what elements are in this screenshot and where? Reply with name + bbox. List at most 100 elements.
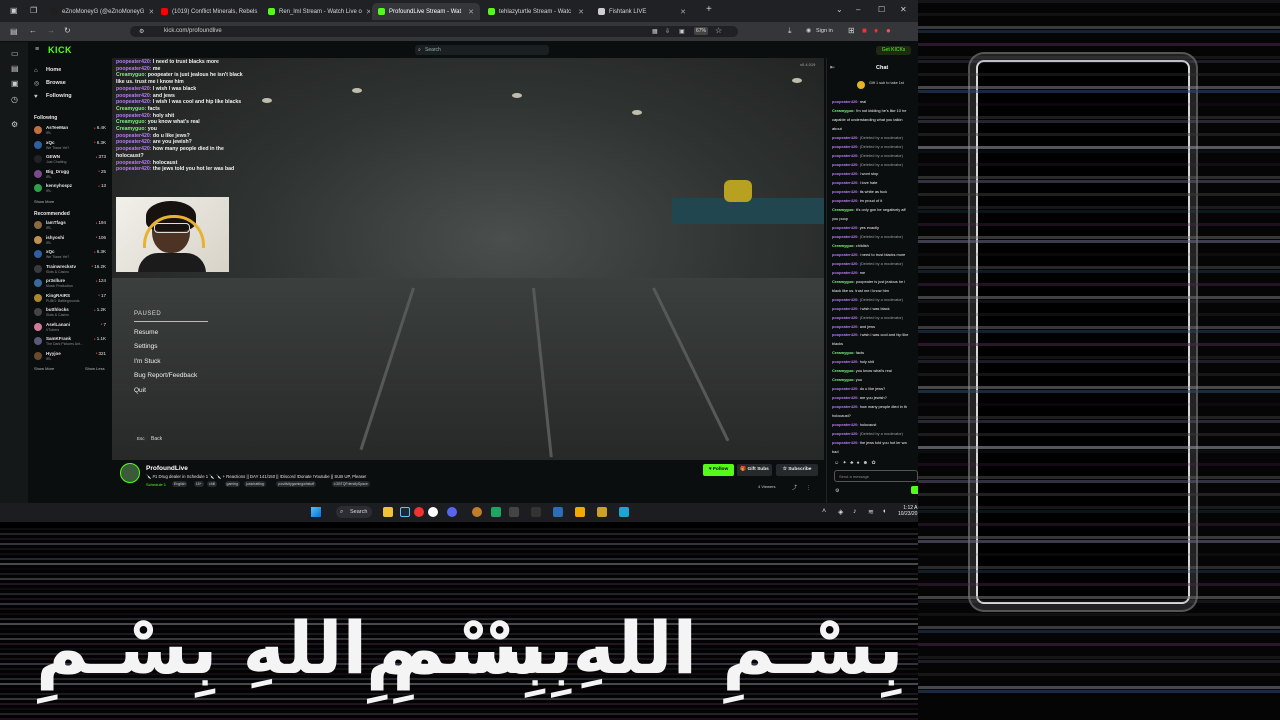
tray-chevron-icon[interactable]: ˄ — [822, 508, 826, 515]
chat-username[interactable]: poopeater420: — [832, 190, 859, 194]
browser-tab[interactable]: Ren_lml Stream - Watch Live o ✕ — [262, 3, 370, 20]
app-icon-gold[interactable] — [597, 507, 607, 517]
sidebar-channel[interactable]: TrainwreckstvSlots & Casino 16.2K — [34, 264, 106, 278]
more-options-icon[interactable]: ⋮ — [806, 484, 811, 492]
chat-message[interactable]: poopeater420: how many people died in th — [832, 405, 918, 410]
chat-message[interactable]: poopeater420: i wont stop — [832, 172, 918, 177]
close-tab-icon[interactable]: ✕ — [578, 8, 584, 16]
new-tab-icon[interactable]: + — [706, 5, 712, 15]
chat-message[interactable]: poopeater420: me — [832, 271, 918, 276]
chat-username[interactable]: poopeater420: — [832, 100, 859, 104]
chat-message[interactable]: Creamyguo: i'm not kidding he's like 10 … — [832, 109, 918, 114]
address-field[interactable]: kick.com/profoundlive — [130, 26, 738, 37]
chat-message[interactable]: Creamyguo: facts — [832, 351, 918, 356]
chat-username[interactable]: Creamyguo: — [832, 369, 855, 373]
chat-username[interactable]: poopeater420: — [832, 298, 859, 302]
browser-tab[interactable]: tehlazyturtle Stream - Watc ✕ — [482, 3, 590, 20]
pause-im-stuck[interactable]: I'm Stuck — [134, 358, 161, 365]
pause-quit[interactable]: Quit — [134, 387, 146, 394]
chat-message[interactable]: poopeater420: are you jewish? — [832, 396, 918, 401]
browser-tab[interactable]: ProfoundLive Stream - Wat ✕ — [372, 3, 480, 20]
chat-username[interactable]: Creamyguo: — [832, 378, 855, 382]
app-icon-grey[interactable] — [531, 507, 541, 517]
chat-username[interactable]: Creamyguo: — [832, 208, 855, 212]
streamer-name[interactable]: ProfoundLive — [146, 465, 188, 472]
extension-icon-2[interactable]: ♦ — [874, 27, 878, 35]
chat-message[interactable]: poopeater420: (Deleted by a moderator) — [832, 432, 918, 437]
chat-username[interactable]: Creamyguo: — [832, 109, 855, 113]
screenshot-icon[interactable]: ▣ — [679, 28, 685, 36]
bookmark-star-icon[interactable]: ☆ — [715, 27, 722, 35]
chat-username[interactable]: poopeater420: — [832, 307, 859, 311]
taskbar-clock[interactable]: 1:12 A 10/23/20 — [898, 505, 917, 517]
sidebar-channel[interactable]: ishyoshiIRL 106 — [34, 235, 106, 249]
tab-search-icon[interactable]: ❐ — [30, 7, 37, 15]
chat-message[interactable]: poopeater420: (Deleted by a moderator) — [832, 262, 918, 267]
show-more-recommended[interactable]: Show More — [34, 366, 54, 371]
chat-username[interactable]: poopeater420: — [832, 235, 859, 239]
tray-app-icon[interactable]: ◈ — [838, 508, 843, 516]
pause-settings[interactable]: Settings — [134, 343, 158, 350]
sidebar-channel[interactable]: pr3sllureMusic Production 124 — [34, 278, 106, 292]
chat-message[interactable]: blacks — [832, 342, 918, 347]
chat-message[interactable]: poopeater420: (Deleted by a moderator) — [832, 154, 918, 159]
close-tab-icon[interactable]: ✕ — [148, 8, 153, 16]
sidebar-channel[interactable]: KingRAIRSPUBG: Battlegrounds 17 — [34, 293, 106, 307]
chat-message[interactable]: poopeater420: the jews told you hot ler … — [832, 441, 918, 446]
close-tab-icon[interactable]: ✕ — [680, 8, 686, 16]
chat-username[interactable]: poopeater420: — [832, 316, 859, 320]
tab-list-icon[interactable]: ⌄ — [836, 6, 843, 14]
chat-username[interactable]: poopeater420: — [832, 271, 859, 275]
chat-message[interactable]: poopeater420: (Deleted by a moderator) — [832, 136, 918, 141]
chat-message[interactable]: poopeater420: yes exactly — [832, 226, 918, 231]
browser-taskbar-icon[interactable] — [509, 507, 519, 517]
nav-following[interactable]: Following — [46, 93, 72, 99]
chat-message[interactable]: poopeater420: (Deleted by a moderator) — [832, 145, 918, 150]
chat-message[interactable]: poopeater420: i wish i was black — [832, 307, 918, 312]
sidebar-channel[interactable]: butthlocksSlots & Casino 1.2K — [34, 307, 106, 321]
app-icon-orange[interactable] — [472, 507, 482, 517]
chat-message[interactable]: holocaust? — [832, 414, 918, 419]
chat-message[interactable]: bad — [832, 450, 918, 455]
forward-icon[interactable]: → — [47, 27, 55, 35]
emote-bar[interactable]: ☺ ✦ ♣ ♠ ☻ ✿ — [834, 460, 877, 466]
sidebar-channel[interactable]: SamKFrankThe Dark Pictures Ant... 1.1K — [34, 336, 106, 350]
chat-username[interactable]: poopeater420: — [832, 199, 859, 203]
chat-username[interactable]: poopeater420: — [832, 360, 859, 364]
stream-tag[interactable]: 18+ — [193, 481, 204, 487]
show-more-following[interactable]: Show More — [34, 199, 54, 204]
sidebar-channel[interactable]: HyyjoeIRL 321 — [34, 351, 106, 365]
download-page-icon[interactable]: ⇩ — [665, 28, 670, 36]
maximize-icon[interactable]: ☐ — [878, 6, 885, 14]
chat-username[interactable]: poopeater420: — [832, 226, 859, 230]
extension-icon-3[interactable]: ● — [886, 27, 891, 35]
chat-username[interactable]: poopeater420: — [832, 154, 859, 158]
stream-tag[interactable]: chill — [207, 481, 218, 487]
chat-username[interactable]: poopeater420: — [832, 432, 859, 436]
chat-message-input[interactable]: Send a message — [834, 470, 918, 482]
chat-username[interactable]: poopeater420: — [832, 441, 859, 445]
nav-home[interactable]: Home — [46, 67, 61, 73]
chat-message[interactable]: poopeater420: (Deleted by a moderator) — [832, 316, 918, 321]
minimize-icon[interactable]: – — [856, 6, 860, 14]
chat-message[interactable]: Creamyguo: you know what's real — [832, 369, 918, 374]
rail-settings-icon[interactable]: ⚙ — [11, 121, 18, 129]
start-menu-icon[interactable] — [311, 507, 321, 517]
chat-username[interactable]: poopeater420: — [832, 396, 859, 400]
chat-message[interactable]: black like us. trust me i know him — [832, 289, 918, 294]
downloads-icon[interactable]: ⤓ — [788, 27, 792, 35]
get-kicks-button[interactable]: Get KICKs — [876, 46, 911, 55]
rail-home-icon[interactable]: ▭ — [11, 50, 19, 58]
profile-icon[interactable]: ◉ — [806, 27, 811, 35]
chat-message[interactable]: poopeater420: holy shit — [832, 360, 918, 365]
sidebar-channel[interactable]: xQcWe Tfaws Yet? 6.3K — [34, 140, 106, 154]
stream-tag[interactable]: justchatting — [244, 481, 266, 487]
pause-resume[interactable]: Resume — [134, 329, 158, 336]
sidebar-channel[interactable]: xQcWe Tfaws Yet? 6.3K — [34, 249, 106, 263]
site-info-icon[interactable]: ⚙ — [139, 28, 144, 36]
chat-username[interactable]: poopeater420: — [832, 405, 859, 409]
sidebar-channel[interactable]: AselLananiVTubers 7 — [34, 322, 106, 336]
app-icon-yellow[interactable] — [575, 507, 585, 517]
chat-message[interactable]: you poop — [832, 217, 918, 222]
chat-username[interactable]: poopeater420: — [832, 172, 859, 176]
